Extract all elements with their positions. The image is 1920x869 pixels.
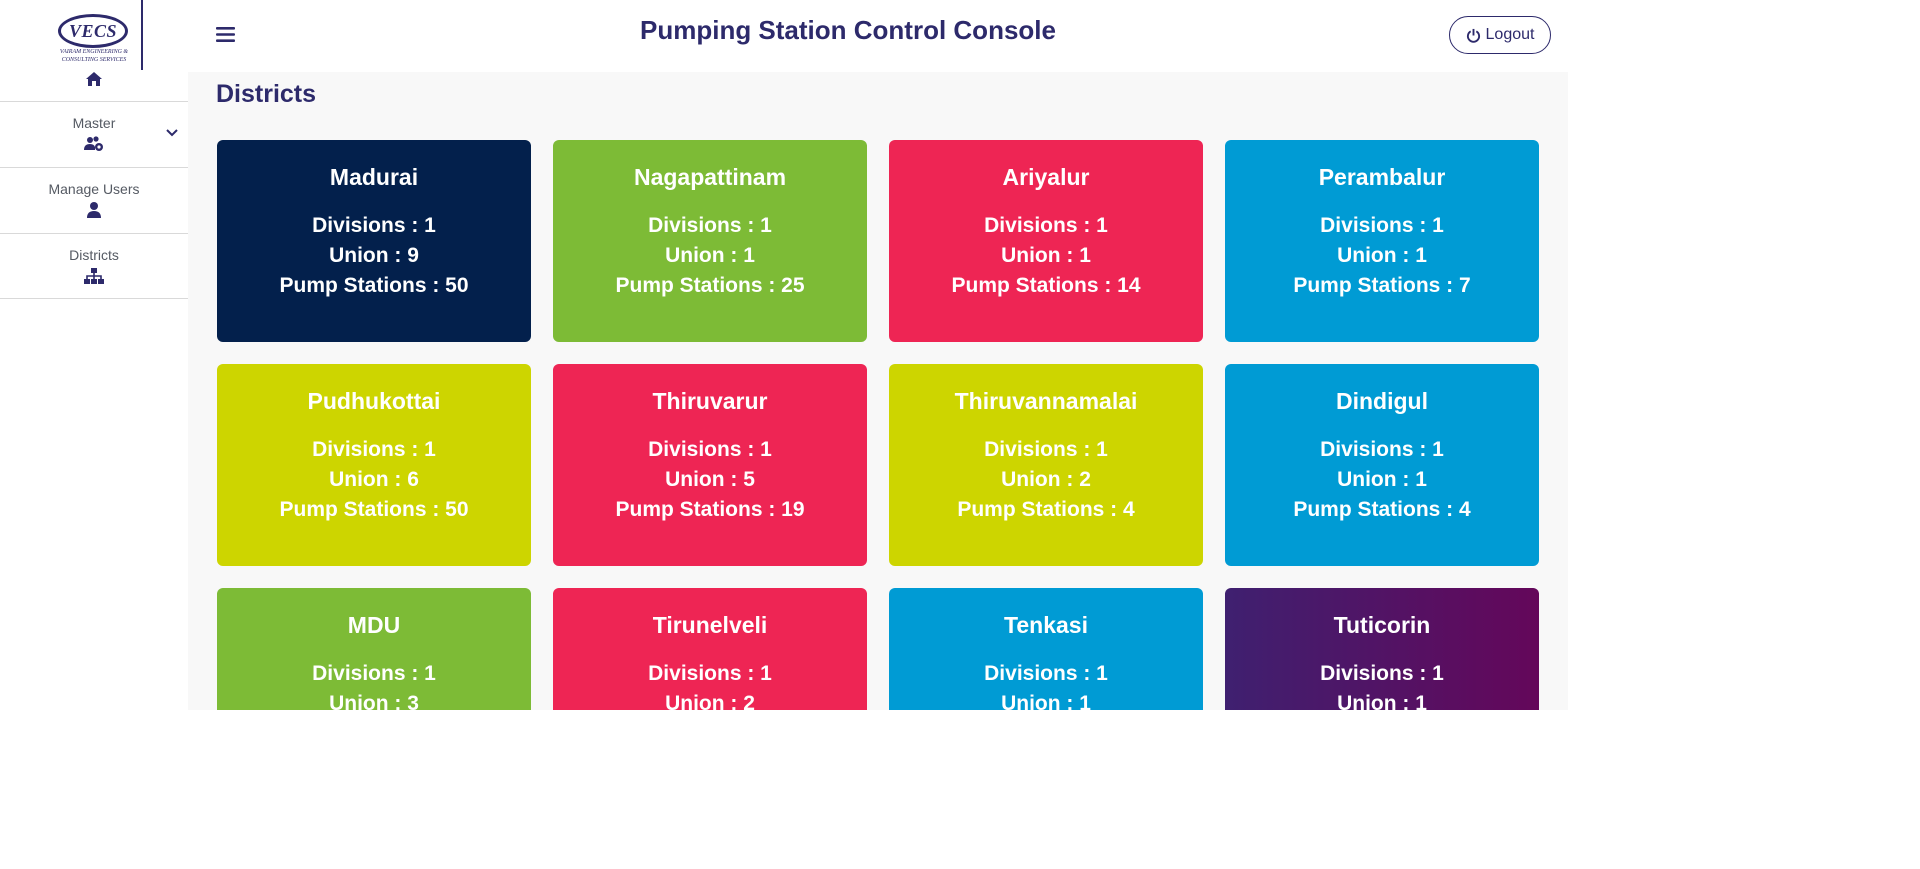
district-stats: Divisions : 1 Union : 1 Pump Stations : … — [553, 211, 867, 301]
district-stats: Divisions : 1 Union : 2 — [553, 659, 867, 710]
divisions-count: Divisions : 1 — [648, 662, 772, 685]
district-card[interactable]: Dindigul Divisions : 1 Union : 1 Pump St… — [1225, 364, 1539, 566]
logo-subtitle: VAIRAM ENGINEERING & CONSULTING SERVICES — [59, 49, 129, 63]
district-grid: Madurai Divisions : 1 Union : 9 Pump Sta… — [217, 140, 1539, 710]
users-cog-icon — [84, 136, 103, 151]
district-name: Thiruvarur — [652, 388, 768, 414]
pump-stations-count: Pump Stations : 50 — [279, 498, 469, 521]
district-card[interactable]: Ariyalur Divisions : 1 Union : 1 Pump St… — [889, 140, 1203, 342]
district-name: Tenkasi — [1004, 612, 1088, 638]
district-card[interactable]: Tuticorin Divisions : 1 Union : 1 — [1225, 588, 1539, 710]
district-name: Madurai — [329, 164, 419, 190]
district-card[interactable]: Tenkasi Divisions : 1 Union : 1 — [889, 588, 1203, 710]
pump-stations-count: Pump Stations : 19 — [615, 498, 805, 521]
home-icon[interactable] — [85, 71, 103, 87]
union-count: Union : 1 — [1001, 244, 1091, 267]
union-count: Union : 2 — [1001, 468, 1091, 491]
district-name: Tirunelveli — [652, 612, 768, 638]
district-stats: Divisions : 1 Union : 1 — [1225, 659, 1539, 710]
sidebar-item-label: Master — [72, 115, 116, 131]
chevron-down-icon[interactable] — [166, 129, 178, 137]
district-card[interactable]: Madurai Divisions : 1 Union : 9 Pump Sta… — [217, 140, 531, 342]
power-icon — [1466, 28, 1480, 43]
divisions-count: Divisions : 1 — [648, 438, 772, 461]
logout-button[interactable]: Logout — [1449, 16, 1551, 54]
pump-stations-count: Pump Stations : 4 — [957, 498, 1135, 521]
district-card[interactable]: Nagapattinam Divisions : 1 Union : 1 Pum… — [553, 140, 867, 342]
sidebar-item-manage-users[interactable]: Manage Users — [0, 167, 188, 233]
union-count: Union : 1 — [1337, 244, 1427, 267]
union-count: Union : 9 — [329, 244, 419, 267]
district-card[interactable]: Tirunelveli Divisions : 1 Union : 2 — [553, 588, 867, 710]
union-count: Union : 1 — [1337, 692, 1427, 710]
union-count: Union : 2 — [665, 692, 755, 710]
sidebar: VECS VAIRAM ENGINEERING & CONSULTING SER… — [0, 0, 188, 710]
district-name: Tuticorin — [1333, 612, 1431, 638]
district-name: Ariyalur — [1002, 164, 1090, 190]
district-stats: Divisions : 1 Union : 1 — [889, 659, 1203, 710]
district-name: Pudhukottai — [307, 388, 441, 414]
pump-stations-count: Pump Stations : 4 — [1293, 498, 1471, 521]
union-count: Union : 1 — [1337, 468, 1427, 491]
district-name: Nagapattinam — [633, 164, 787, 190]
logout-label: Logout — [1485, 26, 1535, 43]
union-count: Union : 1 — [1001, 692, 1091, 710]
district-card[interactable]: Thiruvannamalai Divisions : 1 Union : 2 … — [889, 364, 1203, 566]
sitemap-icon — [84, 268, 104, 284]
top-header: Pumping Station Control Console Logout — [188, 0, 1568, 72]
sidebar-menu: Master Manage Users Districts — [0, 101, 188, 299]
main-content: Districts Madurai Divisions : 1 Union : … — [188, 72, 1568, 710]
logo-text: VECS — [68, 20, 118, 41]
user-icon — [87, 202, 101, 218]
district-stats: Divisions : 1 Union : 1 Pump Stations : … — [1225, 211, 1539, 301]
district-name: MDU — [347, 612, 401, 638]
pump-stations-count: Pump Stations : 50 — [279, 274, 469, 297]
district-stats: Divisions : 1 Union : 9 Pump Stations : … — [217, 211, 531, 301]
sidebar-item-master[interactable]: Master — [0, 101, 188, 167]
vecs-logo[interactable]: VECS VAIRAM ENGINEERING & CONSULTING SER… — [46, 0, 143, 70]
divisions-count: Divisions : 1 — [984, 438, 1108, 461]
divisions-count: Divisions : 1 — [312, 438, 436, 461]
divisions-count: Divisions : 1 — [984, 214, 1108, 237]
divisions-count: Divisions : 1 — [1320, 438, 1444, 461]
district-stats: Divisions : 1 Union : 2 Pump Stations : … — [889, 435, 1203, 525]
district-stats: Divisions : 1 Union : 1 Pump Stations : … — [889, 211, 1203, 301]
union-count: Union : 1 — [665, 244, 755, 267]
divisions-count: Divisions : 1 — [312, 662, 436, 685]
district-card[interactable]: Thiruvarur Divisions : 1 Union : 5 Pump … — [553, 364, 867, 566]
pump-stations-count: Pump Stations : 25 — [615, 274, 805, 297]
district-stats: Divisions : 1 Union : 5 Pump Stations : … — [553, 435, 867, 525]
district-stats: Divisions : 1 Union : 3 — [217, 659, 531, 710]
district-stats: Divisions : 1 Union : 1 Pump Stations : … — [1225, 435, 1539, 525]
district-card[interactable]: Pudhukottai Divisions : 1 Union : 6 Pump… — [217, 364, 531, 566]
divisions-count: Divisions : 1 — [312, 214, 436, 237]
divisions-count: Divisions : 1 — [1320, 662, 1444, 685]
divisions-count: Divisions : 1 — [648, 214, 772, 237]
district-stats: Divisions : 1 Union : 6 Pump Stations : … — [217, 435, 531, 525]
union-count: Union : 6 — [329, 468, 419, 491]
app-title: Pumping Station Control Console — [640, 15, 1056, 45]
union-count: Union : 5 — [665, 468, 755, 491]
pump-stations-count: Pump Stations : 7 — [1293, 274, 1471, 297]
sidebar-item-districts[interactable]: Districts — [0, 233, 188, 299]
district-card[interactable]: MDU Divisions : 1 Union : 3 — [217, 588, 531, 710]
district-name: Perambalur — [1318, 164, 1446, 190]
sidebar-item-label: Districts — [69, 247, 119, 263]
pump-stations-count: Pump Stations : 14 — [951, 274, 1141, 297]
district-name: Dindigul — [1336, 388, 1428, 414]
divisions-count: Divisions : 1 — [984, 662, 1108, 685]
sidebar-item-label: Manage Users — [48, 181, 140, 197]
divisions-count: Divisions : 1 — [1320, 214, 1444, 237]
district-name: Thiruvannamalai — [954, 388, 1138, 414]
page-title: Districts — [216, 80, 317, 108]
logo-emblem: VECS — [58, 14, 128, 48]
district-card[interactable]: Perambalur Divisions : 1 Union : 1 Pump … — [1225, 140, 1539, 342]
union-count: Union : 3 — [329, 692, 419, 710]
